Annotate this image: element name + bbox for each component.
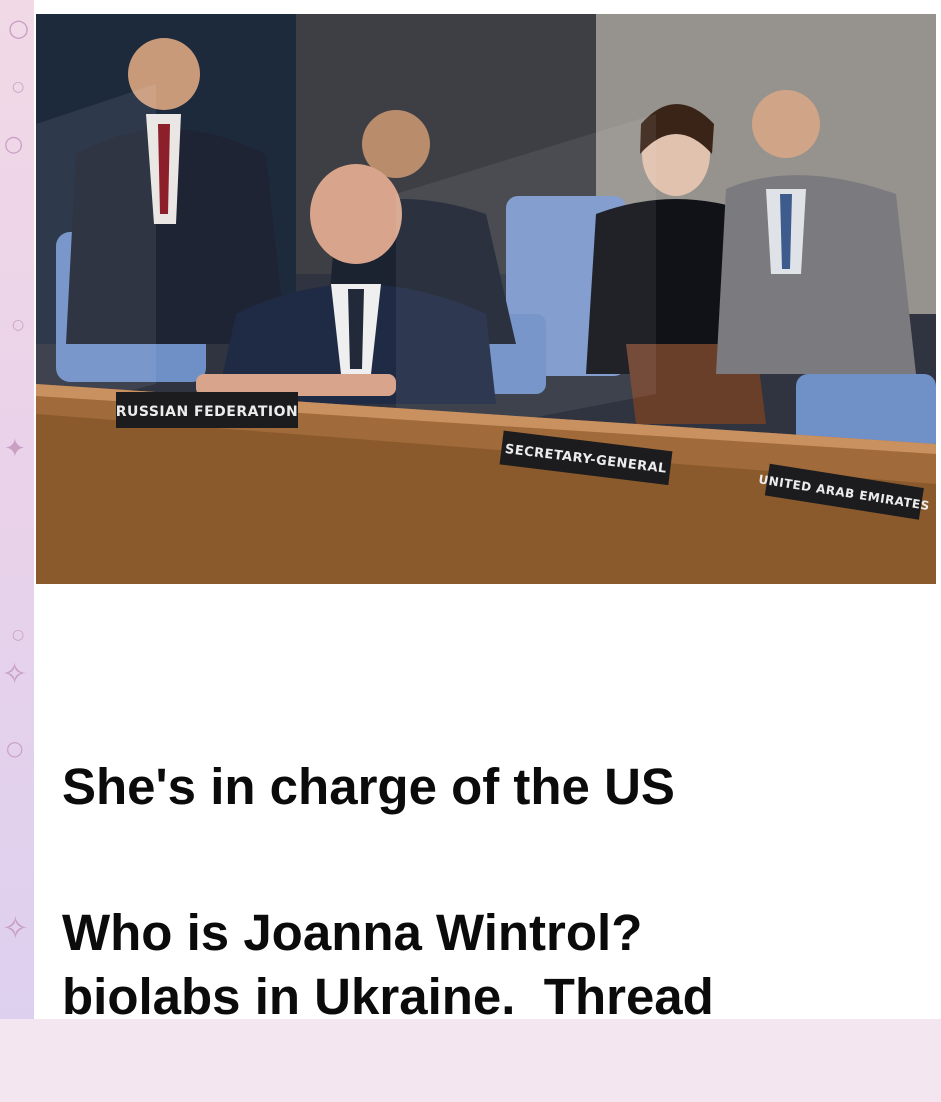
circle-decoration-icon: ○	[12, 627, 25, 643]
decorative-background-strip: ○ ○ ○ ○ ✦ ○ ✧ ○ ✧	[0, 0, 34, 1019]
caption-line-1: She's in charge of the US	[62, 758, 675, 815]
post-question: Who is Joanna Wintrol?	[62, 904, 643, 961]
nameplate-russia: RUSSIAN FEDERATION	[116, 392, 299, 428]
post-photo[interactable]: RUSSIAN FEDERATION SECRETARY-GENERAL UNI…	[36, 14, 936, 584]
circle-decoration-icon: ○	[12, 79, 25, 95]
sparkle-decoration-icon: ✧	[2, 909, 29, 947]
circle-decoration-icon: ○	[12, 317, 25, 333]
caption-line-2: biolabs in Ukraine. Thread	[62, 968, 714, 1025]
post-caption: She's in charge of the US biolabs in Ukr…	[62, 612, 902, 1102]
sparkle-decoration-icon: ✦	[4, 434, 26, 464]
circle-decoration-icon: ○	[8, 14, 29, 42]
nameplate-russia-label: RUSSIAN FEDERATION	[116, 404, 299, 420]
un-security-council-photo: RUSSIAN FEDERATION SECRETARY-GENERAL UNI…	[36, 14, 936, 584]
card-top-border	[36, 0, 936, 14]
sparkle-decoration-icon: ✧	[2, 657, 28, 692]
circle-decoration-icon: ○	[6, 736, 24, 760]
circle-decoration-icon: ○	[4, 132, 24, 157]
